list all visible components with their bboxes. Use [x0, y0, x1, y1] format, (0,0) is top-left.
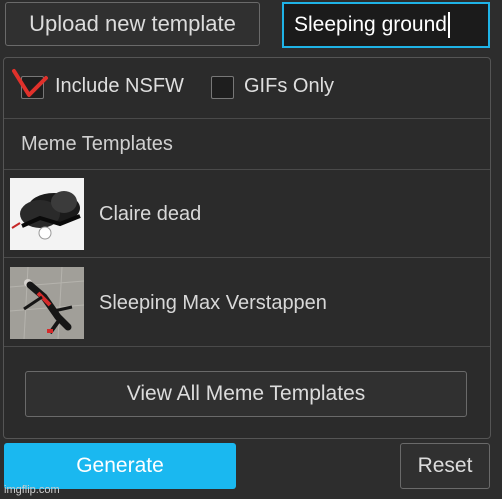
meme-thumbnail-icon	[10, 178, 84, 250]
text-cursor	[447, 12, 450, 38]
reset-button[interactable]: Reset	[400, 443, 490, 489]
template-label: Claire dead	[99, 202, 202, 225]
template-label: Sleeping Max Verstappen	[99, 291, 327, 314]
search-input-value: Sleeping ground	[294, 13, 447, 36]
upload-template-button[interactable]: Upload new template	[5, 2, 260, 46]
template-item-sleeping-max-verstappen[interactable]: Sleeping Max Verstappen	[4, 259, 490, 347]
gifs-only-label: GIFs Only	[244, 75, 335, 97]
red-arrow-annotation-icon	[12, 69, 48, 97]
watermark: imgflip.com	[4, 484, 60, 496]
gifs-only-checkbox[interactable]	[211, 76, 234, 99]
meme-thumbnail-icon	[10, 267, 84, 339]
search-input[interactable]: Sleeping ground	[282, 2, 490, 48]
template-item-claire-dead[interactable]: Claire dead	[4, 170, 490, 258]
nsfw-label: Include NSFW	[55, 75, 184, 97]
template-panel: Include NSFW GIFs Only Meme Templates Cl…	[3, 57, 491, 439]
filter-row: Include NSFW GIFs Only	[4, 58, 490, 118]
view-all-templates-button[interactable]: View All Meme Templates	[25, 371, 467, 417]
section-heading: Meme Templates	[4, 118, 490, 170]
generate-button[interactable]: Generate	[4, 443, 236, 489]
